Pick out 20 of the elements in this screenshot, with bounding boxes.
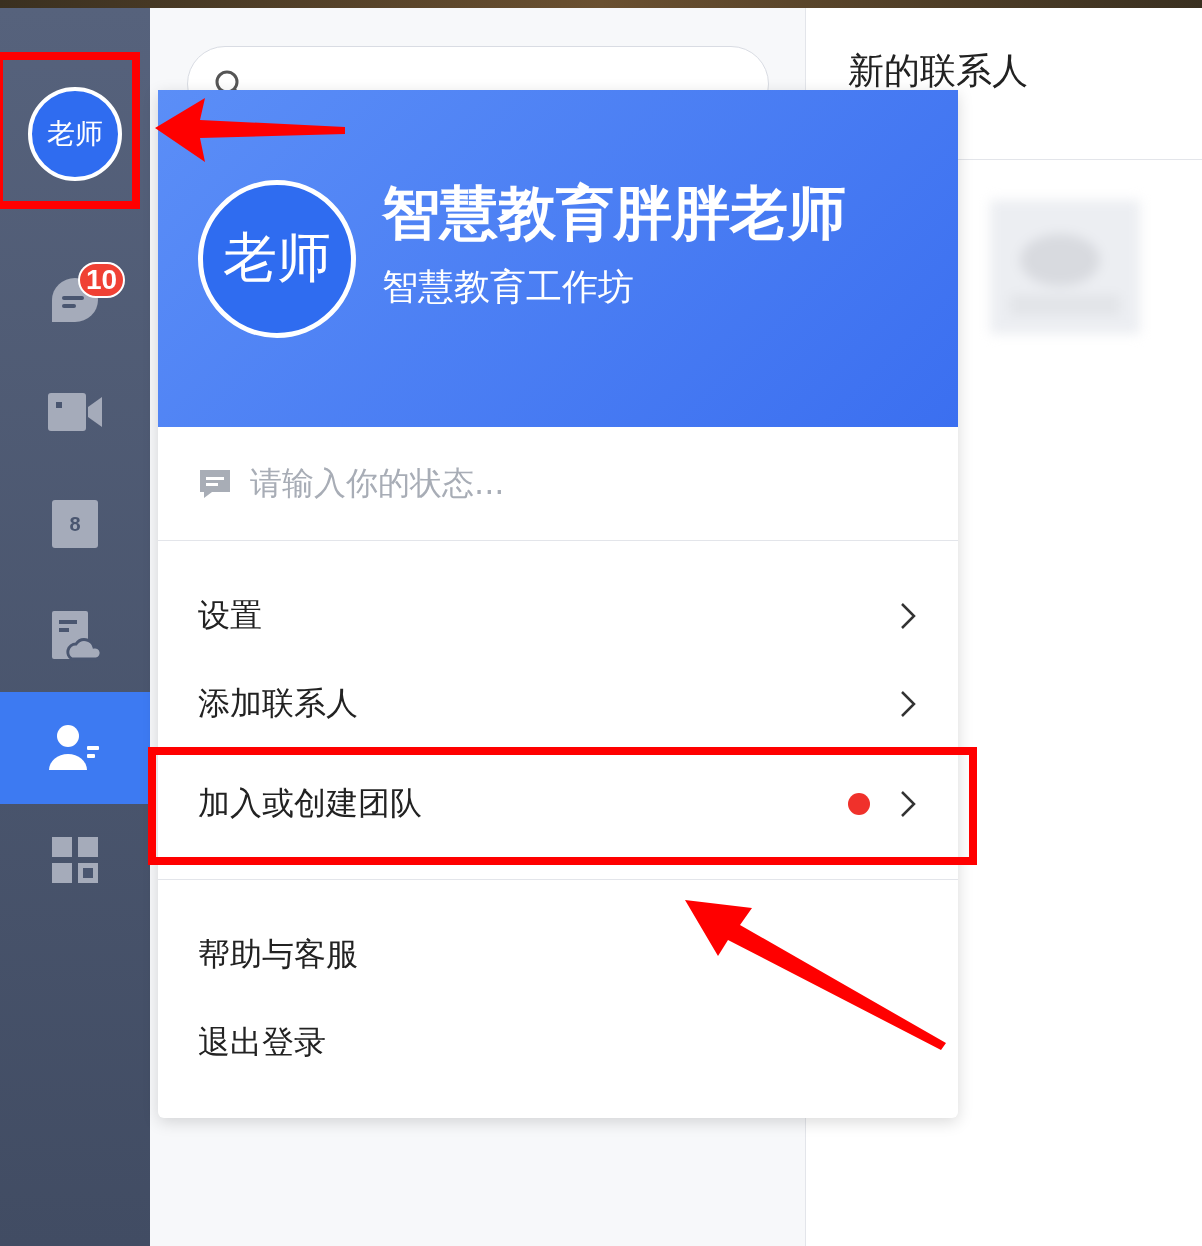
pane-title: 新的联系人 xyxy=(848,52,1028,90)
calendar-icon: 8 xyxy=(52,500,98,548)
menu-item[interactable]: 添加联系人 xyxy=(158,666,958,742)
menu-item[interactable]: 设置 xyxy=(158,578,958,654)
avatar[interactable]: 老师 xyxy=(28,87,122,181)
organization-name: 智慧教育工作坊 xyxy=(382,265,635,309)
person-list-icon xyxy=(49,724,101,772)
status-placeholder: 请输入你的状态... xyxy=(250,462,505,504)
nav-item[interactable]: 10 xyxy=(0,244,150,356)
video-camera-icon xyxy=(48,393,102,431)
cloud-document-icon xyxy=(50,611,100,661)
apps-grid-icon xyxy=(52,837,98,883)
message-icon xyxy=(198,467,232,500)
unread-badge: 10 xyxy=(78,262,126,298)
avatar: 老师 xyxy=(198,179,356,338)
menu-item[interactable]: 帮助与客服 xyxy=(158,917,958,993)
nav-item[interactable] xyxy=(0,692,150,804)
menu-item[interactable]: 退出登录 xyxy=(158,1005,958,1081)
menu-item[interactable]: 加入或创建团队 xyxy=(158,766,958,842)
user-name: 智慧教育胖胖老师 xyxy=(382,178,846,249)
